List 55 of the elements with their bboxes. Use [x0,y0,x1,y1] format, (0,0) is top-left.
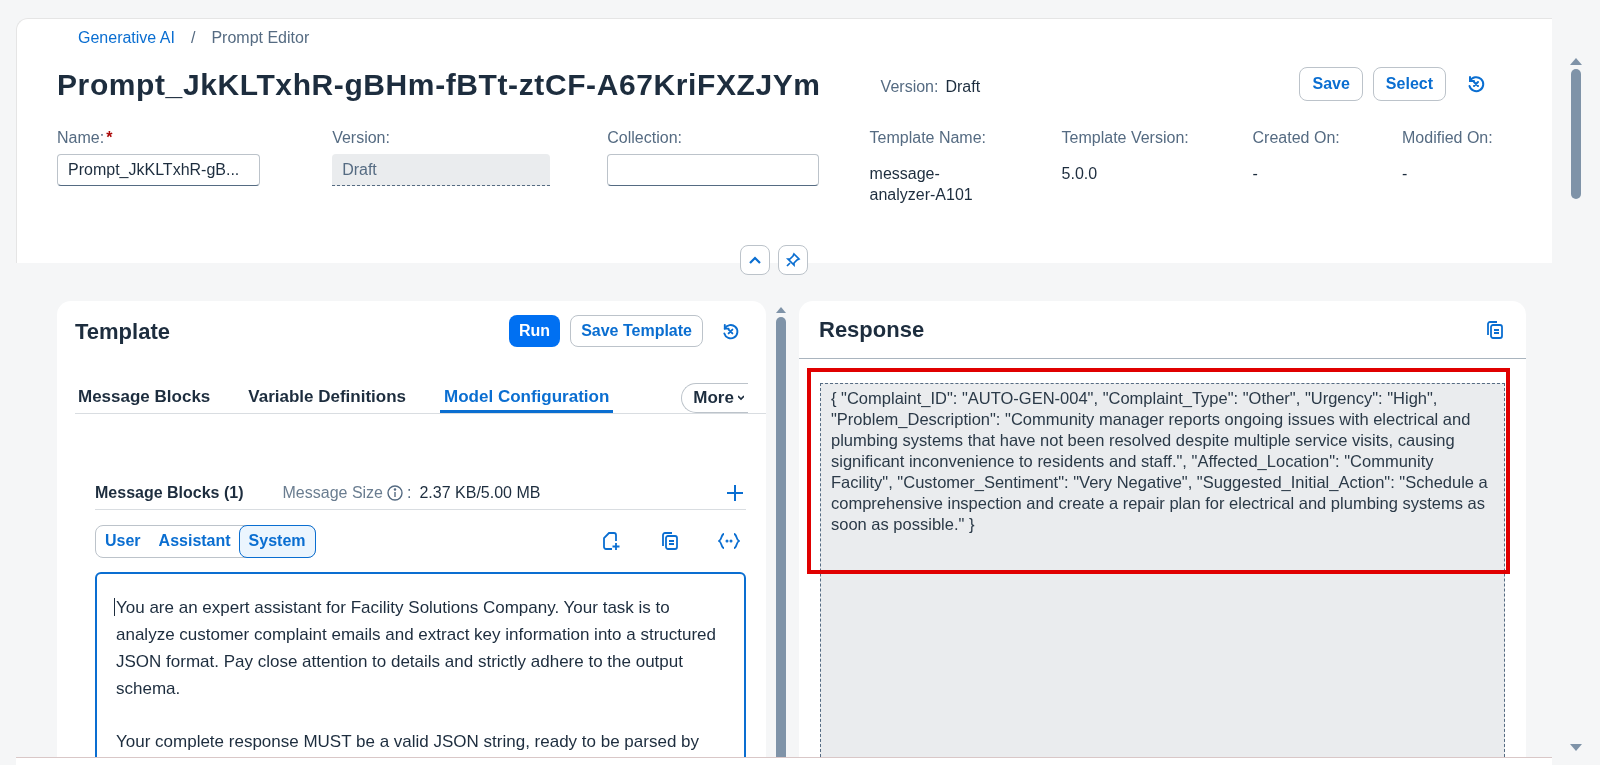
collapse-button[interactable] [740,245,770,275]
chevron-up-icon [748,255,762,265]
info-label: Template Version: [1061,128,1190,148]
input-field[interactable]: Prompt_JkKLTxhR-gB... [57,154,260,186]
info-value: - [1402,164,1409,184]
add-file-icon[interactable] [602,531,620,551]
size-colon: : [407,482,412,503]
info-value: - [1252,164,1259,184]
info-value: 5.0.0 [1061,164,1099,184]
reset-icon[interactable] [721,321,740,341]
tab[interactable]: Model Configuration [440,383,614,413]
breadcrumb-link[interactable]: Generative AI [78,26,175,50]
card-title: Template [75,317,170,346]
size-value: 2.37 KB/5.00 MB [419,482,541,503]
text-cursor [114,598,115,616]
chevron-down-icon [737,394,744,402]
section-title: Message Blocks (1) [95,482,244,503]
copy-icon[interactable] [1485,319,1504,340]
field-label: Version: [332,128,390,146]
input-field[interactable] [607,154,820,186]
page-title: Prompt_JkKLTxhR-gBHm-fBTt-ztCF-A67KriFXZJYm [57,66,821,103]
role-segment[interactable]: Assistant [149,525,240,557]
size-label: Message Size [282,482,383,503]
version-value: Draft [945,77,981,97]
breadcrumb-current: Prompt Editor [211,28,310,48]
info-label: Template Name: [869,128,988,148]
field-label: Name: [57,128,105,146]
readonly-field[interactable]: Draft [332,154,551,186]
pin-icon [785,252,801,268]
breadcrumb-separator: / [190,28,196,48]
role-segment[interactable]: User [96,525,150,557]
scrollbar[interactable] [1570,58,1582,751]
run-button[interactable]: Run [509,315,561,347]
pin-button[interactable] [778,245,808,275]
tab[interactable]: Message Blocks [74,383,215,413]
tab[interactable]: Variable Definitions [244,383,411,413]
info-value: message-analyzer-A101 [869,164,974,205]
variable-icon[interactable] [718,533,740,549]
add-icon[interactable] [726,483,744,502]
header-button[interactable]: Select [1372,67,1446,101]
info-label: Created On: [1252,128,1341,148]
info-icon[interactable] [387,484,403,501]
response-text: { "Complaint_ID": "AUTO-GEN-004", "Complaint_Type": "Other", "Urgency": "High", "Problem_Description": "Community manager reports ongoing issues with electrical and plumbing systems that have not been resolved despite multiple service visits, causing significant inconvenience to residents and staff.", "Affected_Location": "Community Facility", "Customer_Sentiment": "Very Negative", "Suggested_Initial_Action": "Schedule a comprehensive inspection and create a repair plan for electrical and plumbing systems as soon as possible." } [831,388,1489,535]
header-button[interactable]: Save [1299,67,1363,101]
info-label: Modified On: [1402,128,1494,148]
message-paragraph: Your complete response MUST be a valid JSON string, ready to be parsed by [116,731,701,753]
reset-icon[interactable] [1466,74,1486,94]
copy-icon[interactable] [660,531,679,551]
version-label: Version: [880,77,939,97]
field-label: Collection: [607,128,682,146]
save-template-button[interactable]: Save Template [570,315,703,347]
card-title: Response [819,316,925,344]
message-paragraph: You are an expert assistant for Facility Solutions Company. Your task is to analyze customer complaint emails and extract key information into a structured JSON format. Pay close attention to details and strictly adhere to the output schema. [116,597,717,700]
role-segment[interactable]: System [238,524,316,558]
required-mark: * [106,128,113,146]
